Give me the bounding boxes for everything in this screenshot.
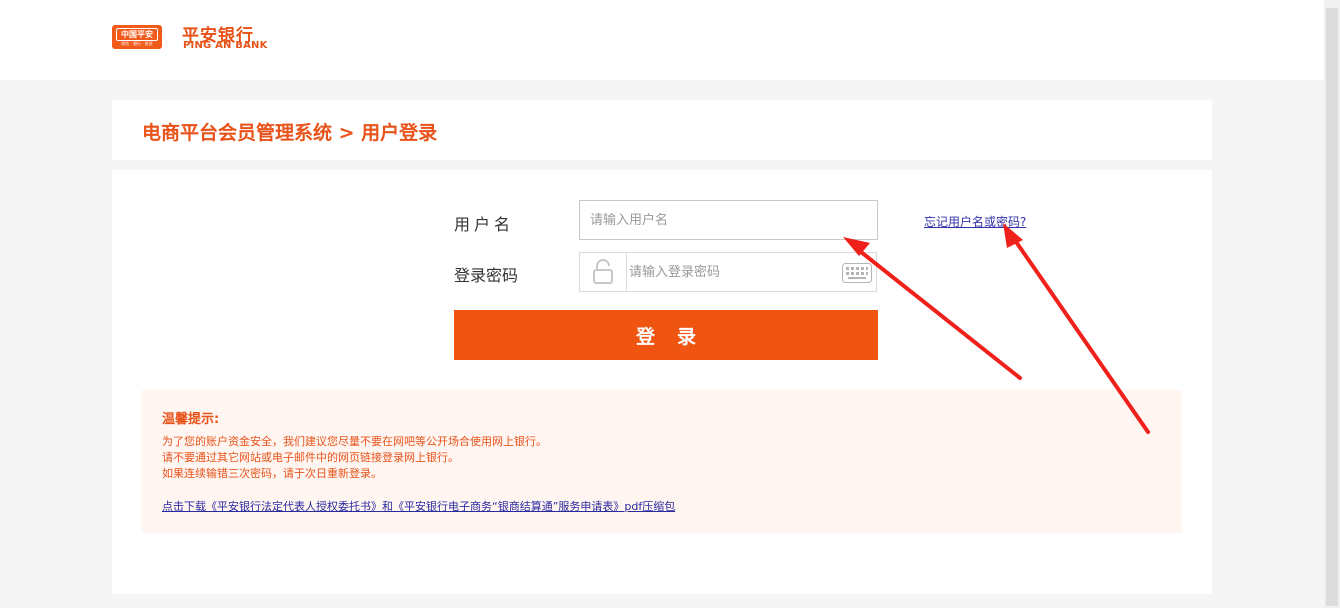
scrollbar-thumb[interactable] (1326, 8, 1338, 606)
ping-an-logo-badge: 中国平安 保险 · 银行 · 投资 (112, 25, 162, 49)
username-label: 用户名 (454, 215, 515, 234)
page-title: 电商平台会员管理系统 > 用户登录 (142, 122, 438, 144)
password-field[interactable] (579, 252, 877, 292)
vertical-scrollbar[interactable] (1324, 0, 1340, 608)
logo-badge-text: 中国平安 (116, 28, 158, 41)
login-button[interactable]: 登录 (454, 310, 878, 360)
tips-title: 温馨提示: (162, 412, 220, 427)
download-forms-link[interactable]: 点击下载《平安银行法定代表人授权委托书》和《平安银行电子商务“银商结算通”服务申… (162, 498, 675, 514)
logo-badge-subtext: 保险 · 银行 · 投资 (121, 41, 153, 46)
tips-line: 如果连续输错三次密码，请于次日重新登录。 (162, 467, 382, 480)
forgot-credentials-link[interactable]: 忘记用户名或密码? (924, 213, 1026, 230)
password-input[interactable] (627, 253, 831, 291)
tips-line: 请不要通过其它网站或电子邮件中的网页链接登录网上银行。 (162, 451, 459, 464)
title-card: 电商平台会员管理系统 > 用户登录 (112, 100, 1212, 160)
tips-line: 为了您的账户资金安全，我们建议您尽量不要在网吧等公开场合使用网上银行。 (162, 435, 547, 448)
keyboard-icon[interactable] (842, 263, 872, 283)
logo-english-name: PING AN BANK (183, 40, 268, 51)
page-header: 中国平安 保险 · 银行 · 投资 平安银行 PING AN BANK (0, 0, 1324, 80)
tips-panel: 温馨提示: 为了您的账户资金安全，我们建议您尽量不要在网吧等公开场合使用网上银行… (142, 390, 1182, 533)
lock-icon-box (580, 253, 627, 291)
username-input[interactable] (579, 200, 878, 240)
password-label: 登录密码 (454, 266, 519, 285)
lock-icon (593, 259, 613, 284)
